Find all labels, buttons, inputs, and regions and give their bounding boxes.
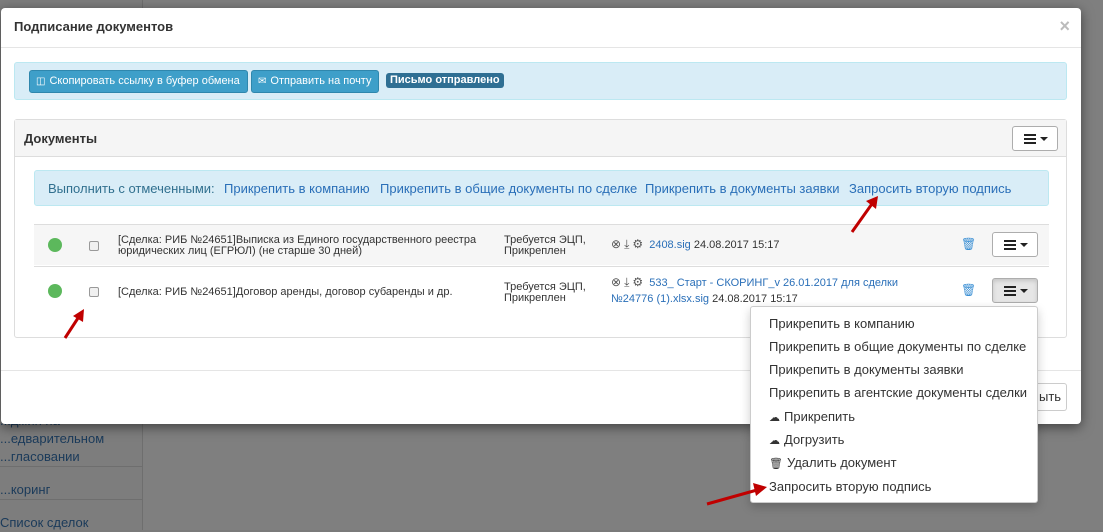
sidebar-item-label: ...едварительном [0,431,105,446]
chevron-down-icon [1020,243,1028,247]
sidebar-item-label: ...коринг [0,482,51,497]
sidebar-item-label: ...гласовании [0,449,80,464]
arrow-shaft [706,488,758,506]
panel-menu-button[interactable] [1012,126,1058,151]
arrow-head [73,309,84,322]
menu-item-label: Прикрепить в документы заявки [769,362,964,377]
row-actions-dropdown: Прикрепить в компанию Прикрепить в общие… [750,306,1038,503]
status-indicator [48,284,62,298]
download-icon[interactable]: ⤓ [624,236,629,252]
bulk-action-label: Выполнить с отмеченными: [48,181,215,196]
document-name: [Сделка: РИБ №24651]Договор аренды, дого… [118,286,453,298]
list-icon [1024,134,1036,146]
menu-item-label: Удалить документ [786,455,897,470]
menu-item-attach[interactable]: ☁ Прикрепить [769,409,855,424]
arrow-head [753,483,767,496]
table-row: [Сделка: РИБ №24651]Договор аренды, дого… [34,266,1049,310]
email-sent-badge: Письмо отправлено [386,73,504,88]
menu-item-request-second-signature[interactable]: Запросить вторую подпись [769,479,931,494]
row-menu-button[interactable] [992,232,1038,257]
file-date: 24.08.2017 15:17 [693,239,780,251]
row-checkbox[interactable] [89,287,99,297]
file-cell: ⊗ ⤓ ⚙ 533_ Старт - СКОРИНГ_v 26.01.2017 дл… [611,274,941,307]
send-email-label: Отправить на почту [270,75,372,87]
bulk-attach-application-link[interactable]: Прикрепить в документы заявки [645,181,840,196]
sidebar-item-label: Список сделок [0,515,89,530]
menu-item-delete-document[interactable]: 🗑 Удалить документ [769,455,897,470]
menu-item-attach-company[interactable]: Прикрепить в компанию [769,316,915,331]
remove-icon[interactable]: ⊗ [611,274,621,290]
envelope-icon: ✉ [258,76,267,87]
trash-icon[interactable]: 🗑 [961,283,976,297]
annotation-arrow-icon [850,196,878,233]
table-row: [Сделка: РИБ №24651]Выписка из Единого г… [34,224,1049,265]
menu-item-label: Запросить вторую подпись [769,479,932,494]
annotation-arrow-icon [706,483,767,506]
bulk-attach-deal-docs-link[interactable]: Прикрепить в общие документы по сделке [380,181,637,196]
bulk-action-bar: Выполнить с отмеченными: Прикрепить в ко… [34,170,1049,206]
copy-icon: ◫ [36,76,46,87]
file-date: 24.08.2017 15:17 [712,293,798,305]
remove-icon[interactable]: ⊗ [611,236,621,252]
modal-title: Подписание документов [14,19,174,34]
trash-icon[interactable]: 🗑 [961,237,976,251]
modal-header: Подписание документов × [1,8,1081,48]
trash-icon: 🗑 [769,458,783,470]
panel-heading: Документы [15,120,1066,157]
menu-item-attach-deal-docs[interactable]: Прикрепить в общие документы по сделке [769,339,1026,354]
close-icon[interactable]: × [1059,16,1070,37]
copy-link-button[interactable]: ◫ Скопировать ссылку в буфер обмена [29,70,248,93]
document-status: Требуется ЭЦП, Прикреплен [504,281,586,304]
close-button[interactable]: ыть [1035,383,1067,411]
status-indicator [48,238,62,252]
download-icon[interactable]: ⤓ [624,274,629,290]
menu-item-attach-application[interactable]: Прикрепить в документы заявки [769,362,964,377]
file-link[interactable]: 2408.sig [649,239,691,251]
menu-item-label: Прикрепить в общие документы по сделке [769,339,1027,354]
gear-icon[interactable]: ⚙ [632,274,643,290]
row-checkbox[interactable] [89,241,99,251]
cloud-upload-icon: ☁ [769,435,780,447]
document-status: Требуется ЭЦП, Прикреплен [504,234,586,257]
sidebar-item[interactable]: ...коринг [0,481,143,500]
chevron-down-icon [1020,289,1028,293]
chevron-down-icon [1040,137,1048,141]
annotation-arrow-icon [63,309,84,339]
bulk-attach-company-link[interactable]: Прикрепить в компанию [224,181,370,196]
sidebar-item[interactable]: ...гласовании [0,448,143,467]
share-toolbar: ◫ Скопировать ссылку в буфер обмена ✉ Отпр… [14,62,1067,100]
copy-link-label: Скопировать ссылку в буфер обмена [49,75,240,87]
sidebar-item[interactable]: Список сделок [0,514,143,532]
gear-icon[interactable]: ⚙ [632,236,643,252]
file-cell: ⊗ ⤓ ⚙ 2408.sig 24.08.2017 15:17 [611,236,951,253]
cloud-upload-icon: ☁ [769,412,780,424]
list-icon [1004,240,1016,252]
row-menu-button[interactable] [992,278,1038,303]
document-name: [Сделка: РИБ №24651]Выписка из Единого г… [118,234,477,257]
menu-item-label: Прикрепить в компанию [769,316,915,331]
menu-item-attach-agent-docs[interactable]: Прикрепить в агентские документы сделки [769,385,1027,400]
arrow-head [866,196,878,209]
menu-item-label: Прикрепить в агентские документы сделки [769,385,1028,400]
list-icon [1004,286,1016,298]
arrow-shaft [850,200,876,233]
menu-item-label: Догрузить [784,432,845,447]
send-email-button[interactable]: ✉ Отправить на почту [251,70,380,93]
menu-item-upload-more[interactable]: ☁ Догрузить [769,432,844,447]
panel-title: Документы [24,131,98,146]
sidebar-item[interactable]: ...едварительном [0,430,143,448]
menu-item-label: Прикрепить [784,409,856,424]
